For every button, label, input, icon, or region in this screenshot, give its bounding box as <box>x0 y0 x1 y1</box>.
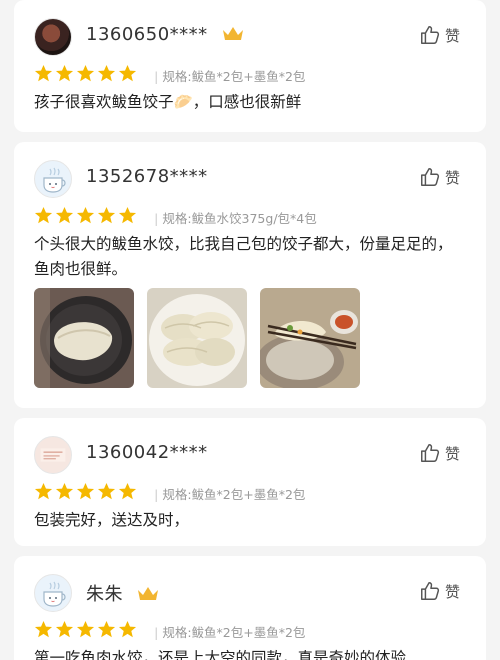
star-icon <box>97 206 116 225</box>
star-icon <box>34 482 53 501</box>
review-text: 个头很大的鲅鱼水饺，比我自己包的饺子都大，份量足足的，鱼肉也很鲜。 <box>34 235 453 278</box>
dumpling-photo-plate[interactable] <box>147 288 247 388</box>
review-card: 1360042**** 赞 | 规格:鲅鱼*2包+墨鱼*2包 包装完好，送达及时， <box>14 418 486 546</box>
product-spec: | 规格:鲅鱼*2包+墨鱼*2包 <box>154 625 306 640</box>
username: 1360650**** <box>86 24 244 45</box>
rating-row: | 规格:鲅鱼水饺375g/包*4包 <box>34 206 466 228</box>
like-button[interactable]: 赞 <box>419 580 460 602</box>
crown-icon <box>222 27 243 40</box>
star-icon <box>118 64 137 83</box>
star-icon <box>97 620 116 639</box>
star-icon <box>34 620 53 639</box>
review-text: 第一吃鱼肉水饺，还是上太空的同款，真是奇妙的体验 <box>34 649 407 660</box>
star-rating <box>34 482 139 505</box>
cup-icon <box>43 167 66 193</box>
star-icon <box>55 620 74 639</box>
star-rating <box>34 620 139 643</box>
rating-row: | 规格:鲅鱼*2包+墨鱼*2包 <box>34 482 466 504</box>
star-icon <box>76 482 95 501</box>
star-icon <box>76 206 95 225</box>
review-card: 1352678**** 赞 | 规格:鲅鱼水饺375g/包*4包 个头很大的鲅鱼水… <box>14 142 486 408</box>
dumpling-photo-pan[interactable] <box>34 288 134 388</box>
avatar[interactable] <box>34 160 72 198</box>
like-button[interactable]: 赞 <box>419 442 460 464</box>
thumbs-up-icon <box>421 444 440 462</box>
star-icon <box>34 64 53 83</box>
review-header: 1360042**** 赞 <box>34 436 466 476</box>
review-header: 1352678**** 赞 <box>34 160 466 200</box>
review-text: 包装完好，送达及时， <box>34 511 190 529</box>
star-icon <box>55 482 74 501</box>
star-icon <box>34 206 53 225</box>
like-button[interactable]: 赞 <box>419 24 460 46</box>
review-text: 孩子很喜欢鲅鱼饺子🥟，口感也很新鲜 <box>34 93 302 111</box>
dumpling-photo-chopsticks[interactable] <box>260 288 360 388</box>
like-button[interactable]: 赞 <box>419 166 460 188</box>
cup-icon <box>43 581 66 607</box>
star-rating <box>34 64 139 87</box>
review-card: 1360650**** 赞 | 规格:鲅鱼*2包+墨鱼*2包 孩子很喜欢鲅鱼饺子🥟… <box>14 0 486 132</box>
crown-icon <box>138 587 159 600</box>
like-label: 赞 <box>444 169 460 187</box>
review-header: 1360650**** 赞 <box>34 18 466 58</box>
star-icon <box>55 64 74 83</box>
star-icon <box>97 482 116 501</box>
review-header: 朱朱 赞 <box>34 574 466 614</box>
thumbs-up-icon <box>421 582 440 600</box>
rating-row: | 规格:鲅鱼*2包+墨鱼*2包 <box>34 620 466 642</box>
star-icon <box>118 620 137 639</box>
star-icon <box>76 64 95 83</box>
product-spec: | 规格:鲅鱼*2包+墨鱼*2包 <box>154 69 306 84</box>
like-label: 赞 <box>444 27 460 45</box>
star-icon <box>55 206 74 225</box>
review-card: 朱朱 赞 | 规格:鲅鱼*2包+墨鱼*2包 第一吃鱼肉水饺，还是上太空的同款，真是… <box>14 556 486 660</box>
avatar[interactable] <box>34 436 72 474</box>
thumbs-up-icon <box>421 168 440 186</box>
like-label: 赞 <box>444 445 460 463</box>
username: 1360042**** <box>86 442 208 463</box>
star-icon <box>118 206 137 225</box>
avatar[interactable] <box>34 18 72 56</box>
product-spec: | 规格:鲅鱼水饺375g/包*4包 <box>154 211 317 226</box>
username: 1352678**** <box>86 166 208 187</box>
avatar[interactable] <box>34 574 72 612</box>
username: 朱朱 <box>86 580 159 606</box>
product-spec: | 规格:鲅鱼*2包+墨鱼*2包 <box>154 487 306 502</box>
star-icon <box>118 482 137 501</box>
star-icon <box>76 620 95 639</box>
like-label: 赞 <box>444 583 460 601</box>
star-rating <box>34 206 139 229</box>
greeting-card-icon <box>40 448 66 462</box>
rating-row: | 规格:鲅鱼*2包+墨鱼*2包 <box>34 64 466 86</box>
thumbs-up-icon <box>421 26 440 44</box>
star-icon <box>97 64 116 83</box>
